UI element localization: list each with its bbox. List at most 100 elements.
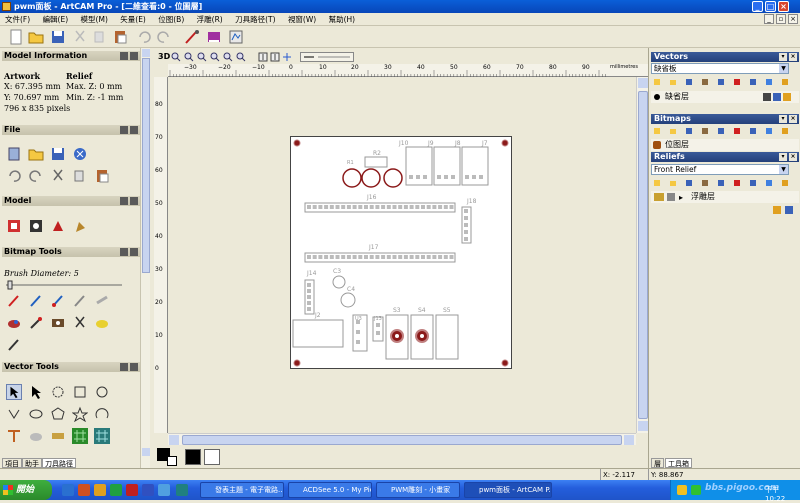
layer-merge-icon[interactable] xyxy=(717,78,725,86)
bitmap-layer-row[interactable]: 位图层 xyxy=(651,139,799,151)
open-layer-icon[interactable] xyxy=(669,78,677,86)
collapse-icon[interactable]: ▾ xyxy=(779,53,787,61)
model-view-icon[interactable] xyxy=(28,218,44,234)
layer-lock-icon[interactable] xyxy=(749,127,757,135)
star-icon[interactable] xyxy=(72,406,88,422)
close-panel-icon[interactable]: × xyxy=(789,115,797,123)
grid-icon[interactable] xyxy=(282,52,292,62)
collapse-icon[interactable]: ▾ xyxy=(779,115,787,123)
undo-icon[interactable] xyxy=(136,29,152,45)
snap-left-icon[interactable] xyxy=(258,52,268,62)
model-origin-icon[interactable] xyxy=(50,218,66,234)
redo-model-icon[interactable] xyxy=(28,168,44,184)
horizontal-scroll-thumb[interactable] xyxy=(182,435,622,445)
rectangle-icon[interactable] xyxy=(72,384,88,400)
color-white-swatch[interactable] xyxy=(204,449,220,465)
scroll-down-arrow-icon[interactable] xyxy=(638,421,648,431)
layer-tool-icon[interactable] xyxy=(701,127,709,135)
paste-icon[interactable] xyxy=(112,29,128,45)
quicklaunch-folder-icon[interactable] xyxy=(94,484,106,496)
canvas-horizontal-scrollbar[interactable] xyxy=(168,433,636,445)
copy-model-icon[interactable] xyxy=(72,168,88,184)
zoom-previous-icon[interactable] xyxy=(210,52,220,62)
undo-model-icon[interactable] xyxy=(6,168,22,184)
layer-color-icon[interactable] xyxy=(773,93,781,101)
new-model-icon[interactable] xyxy=(6,146,22,162)
book-icon[interactable] xyxy=(206,29,222,45)
new-layer-icon[interactable] xyxy=(653,179,661,187)
quicklaunch-app-icon[interactable] xyxy=(110,484,122,496)
delete-layer-icon[interactable] xyxy=(765,179,773,187)
tab-project[interactable]: 項目 xyxy=(2,458,22,468)
dropper-icon[interactable] xyxy=(28,315,44,331)
paint-brush-icon[interactable] xyxy=(6,293,22,309)
layer-merge-icon[interactable] xyxy=(717,179,725,187)
layer-export-icon[interactable] xyxy=(733,127,741,135)
zoom-box-icon[interactable] xyxy=(197,52,207,62)
relief-move-down-icon[interactable] xyxy=(785,206,793,214)
pcb-board[interactable]: R2 R1 J10 J9 J8 J7 J16 J18 J17 J14 C3 C4… xyxy=(290,136,512,369)
menu-bitmap[interactable]: 位图(B) xyxy=(158,15,184,24)
quicklaunch-acrobat-icon[interactable] xyxy=(126,484,138,496)
view-3d-button[interactable]: 3D xyxy=(158,52,170,61)
text-tool-icon[interactable] xyxy=(6,428,22,444)
vector-layer-row[interactable]: 缺省层 xyxy=(651,91,799,103)
start-button[interactable]: 開始 xyxy=(0,480,52,500)
polyline-icon[interactable] xyxy=(6,406,22,422)
model-size-icon[interactable] xyxy=(6,218,22,234)
collapse-icon[interactable] xyxy=(120,363,128,371)
menu-edit[interactable]: 編輯(E) xyxy=(43,15,69,24)
zoom-out-icon[interactable] xyxy=(184,52,194,62)
vertical-scroll-thumb[interactable] xyxy=(638,91,648,419)
clock[interactable]: 下午 10:22 xyxy=(765,485,800,503)
vector-grid-teal-icon[interactable] xyxy=(94,428,110,444)
tab-toolpaths[interactable]: 刀具路徑 xyxy=(42,458,76,468)
delete-layer-icon[interactable] xyxy=(765,127,773,135)
tray-icon[interactable] xyxy=(677,485,687,495)
collapse-icon[interactable] xyxy=(120,248,128,256)
quicklaunch-desktop-icon[interactable] xyxy=(176,484,188,496)
new-layer-icon[interactable] xyxy=(653,78,661,86)
relief-visibility-icon[interactable] xyxy=(667,193,675,201)
open-layer-icon[interactable] xyxy=(669,179,677,187)
menu-relief[interactable]: 浮雕(R) xyxy=(197,15,223,24)
close-section-icon[interactable] xyxy=(130,248,138,256)
minimize-button[interactable]: _ xyxy=(752,1,763,12)
relief-layer-row[interactable]: ▸ 浮雕层 xyxy=(651,191,799,203)
layer-settings-icon[interactable] xyxy=(781,78,789,86)
menu-vector[interactable]: 矢量(E) xyxy=(120,15,146,24)
zoom-all-icon[interactable] xyxy=(236,52,246,62)
chevron-down-icon[interactable]: ▼ xyxy=(779,165,788,174)
paint-area-icon[interactable] xyxy=(50,293,66,309)
scroll-up-arrow-icon[interactable] xyxy=(142,49,150,57)
collapse-icon[interactable]: ▾ xyxy=(779,153,787,161)
scroll-right-arrow-icon[interactable] xyxy=(624,435,634,445)
layer-settings-icon[interactable] xyxy=(781,179,789,187)
relief-combo[interactable]: Front Relief ▼ xyxy=(651,164,789,175)
quicklaunch-ie-icon[interactable] xyxy=(62,484,74,496)
redo-icon[interactable] xyxy=(156,29,172,45)
bitmap-color-icon[interactable] xyxy=(94,315,110,331)
polygon-icon[interactable] xyxy=(50,406,66,422)
open-model-icon[interactable] xyxy=(28,146,44,162)
layer-lock-icon[interactable] xyxy=(749,179,757,187)
menu-help[interactable]: 幫助(H) xyxy=(329,15,356,24)
calculate-icon[interactable] xyxy=(228,29,244,45)
relief-move-up-icon[interactable] xyxy=(773,206,781,214)
smooth-brush-icon[interactable] xyxy=(94,293,110,309)
tray-icon[interactable] xyxy=(691,485,701,495)
model-hand-icon[interactable] xyxy=(72,218,88,234)
zoom-fit-icon[interactable] xyxy=(223,52,233,62)
bitmap-scissors-icon[interactable] xyxy=(72,315,88,331)
task-paint[interactable]: PWM雕刻 - 小畫家 xyxy=(376,482,460,498)
vector-trim-icon[interactable] xyxy=(50,428,66,444)
left-scroll-thumb[interactable] xyxy=(142,58,150,273)
mdi-restore-button[interactable]: ▫ xyxy=(776,14,786,24)
tab-assistant[interactable]: 助手 xyxy=(22,458,42,468)
circle-icon[interactable] xyxy=(94,384,110,400)
close-section-icon[interactable] xyxy=(130,363,138,371)
vector-merge-icon[interactable] xyxy=(28,428,44,444)
cut-icon[interactable] xyxy=(72,29,88,45)
task-artcam[interactable]: pwm面板 - ArtCAM P... xyxy=(464,482,552,498)
close-section-icon[interactable] xyxy=(130,197,138,205)
